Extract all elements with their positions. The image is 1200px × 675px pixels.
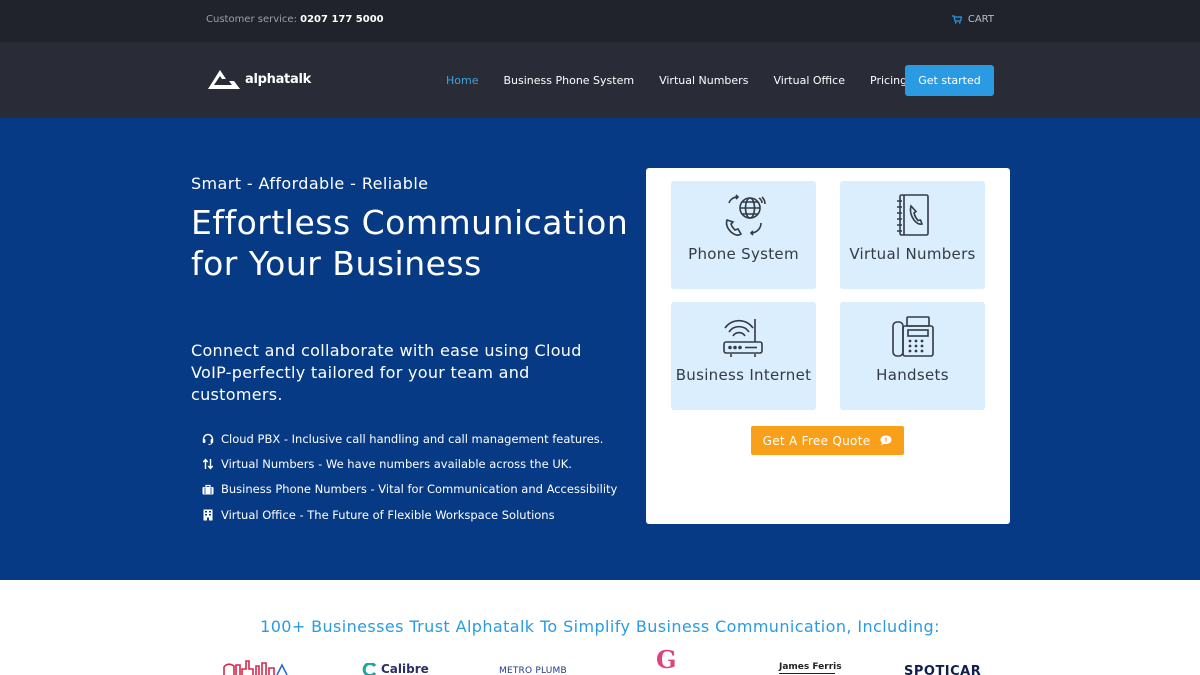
hero-tagline: Smart - Affordable - Reliable	[191, 174, 429, 193]
service-tile-label: Virtual Numbers	[849, 245, 976, 263]
router-icon	[722, 319, 763, 357]
customer-service-label: Customer service:	[206, 14, 297, 25]
feature-text: Business Phone Numbers - Vital for Commu…	[221, 482, 618, 497]
main-nav: alphatalk Home Business Phone System Vir…	[0, 42, 1200, 118]
service-tile-label: Handsets	[876, 366, 949, 384]
top-bar: Customer service: 0207 177 5000 CART	[0, 0, 1200, 42]
phone-book-icon	[896, 194, 929, 236]
headset-icon	[201, 432, 215, 446]
free-quote-button[interactable]: Get A Free Quote	[751, 426, 904, 455]
calibre-mark-icon	[362, 662, 377, 675]
feature-list: Cloud PBX - Inclusive call handling and …	[201, 426, 617, 527]
feature-text: Cloud PBX - Inclusive call handling and …	[221, 431, 604, 446]
get-started-button[interactable]: Get started	[905, 65, 994, 96]
building-icon	[201, 508, 215, 522]
desk-phone-icon	[891, 316, 934, 357]
alphatalk-logo-icon	[208, 70, 240, 89]
sort-arrows-icon	[201, 457, 215, 471]
feature-text: Virtual Office - The Future of Flexible …	[221, 507, 555, 522]
feature-item: Virtual Numbers - We have numbers availa…	[201, 451, 617, 476]
spoticar-logo: SPOTICAR	[904, 664, 982, 675]
phone-globe-icon	[725, 194, 766, 236]
free-quote-label: Get A Free Quote	[762, 433, 871, 448]
service-tile-label: Phone System	[688, 245, 799, 263]
logo-text: alphatalk	[245, 71, 311, 87]
g-logo: G	[656, 645, 677, 674]
service-tile-label: Business Internet	[675, 366, 812, 384]
metro-plumb-logo: METRO PLUMB	[499, 666, 567, 675]
nav-item-virtual-office[interactable]: Virtual Office	[773, 74, 845, 87]
service-tile-business-internet[interactable]: Business Internet	[671, 302, 816, 410]
hero-section: Smart - Affordable - Reliable Effortless…	[0, 118, 1200, 580]
hero-headline: Effortless Communication for Your Busine…	[191, 203, 629, 283]
trust-heading: 100+ Businesses Trust Alphatalk To Simpl…	[260, 617, 940, 636]
feature-item: Cloud PBX - Inclusive call handling and …	[201, 426, 617, 451]
nav-item-pricing[interactable]: Pricing	[870, 74, 907, 87]
nav-item-business-phone-system[interactable]: Business Phone System	[503, 74, 634, 87]
skyline-logo	[223, 660, 288, 675]
feature-item: Virtual Office - The Future of Flexible …	[201, 502, 617, 527]
services-card: Phone System Virtual Numbers Business In…	[646, 168, 1010, 524]
logo[interactable]: alphatalk	[207, 68, 311, 90]
service-tile-handsets[interactable]: Handsets	[840, 302, 985, 410]
nav-menu: Home Business Phone System Virtual Numbe…	[446, 74, 932, 87]
cart-label: CART	[967, 14, 994, 25]
customer-service-phone[interactable]: 0207 177 5000	[300, 14, 384, 25]
customer-service: Customer service: 0207 177 5000	[206, 14, 384, 25]
cart-icon	[951, 15, 962, 24]
hero-subtext: Connect and collaborate with ease using …	[191, 341, 582, 404]
nav-item-home[interactable]: Home	[446, 74, 478, 87]
cart-link[interactable]: CART	[951, 14, 994, 25]
calibre-logo: Calibre	[362, 662, 429, 675]
client-logos: Calibre METRO PLUMB G James Ferris SPOTI…	[0, 645, 1200, 675]
briefcase-icon	[201, 482, 215, 496]
james-ferris-logo: James Ferris	[779, 662, 842, 672]
feature-text: Virtual Numbers - We have numbers availa…	[221, 456, 572, 471]
feature-item: Business Phone Numbers - Vital for Commu…	[201, 477, 617, 502]
service-tile-phone-system[interactable]: Phone System	[671, 181, 816, 289]
chat-bubble-icon	[880, 435, 892, 446]
service-tile-virtual-numbers[interactable]: Virtual Numbers	[840, 181, 985, 289]
nav-item-virtual-numbers[interactable]: Virtual Numbers	[659, 74, 748, 87]
james-ferris-underline	[779, 673, 835, 674]
